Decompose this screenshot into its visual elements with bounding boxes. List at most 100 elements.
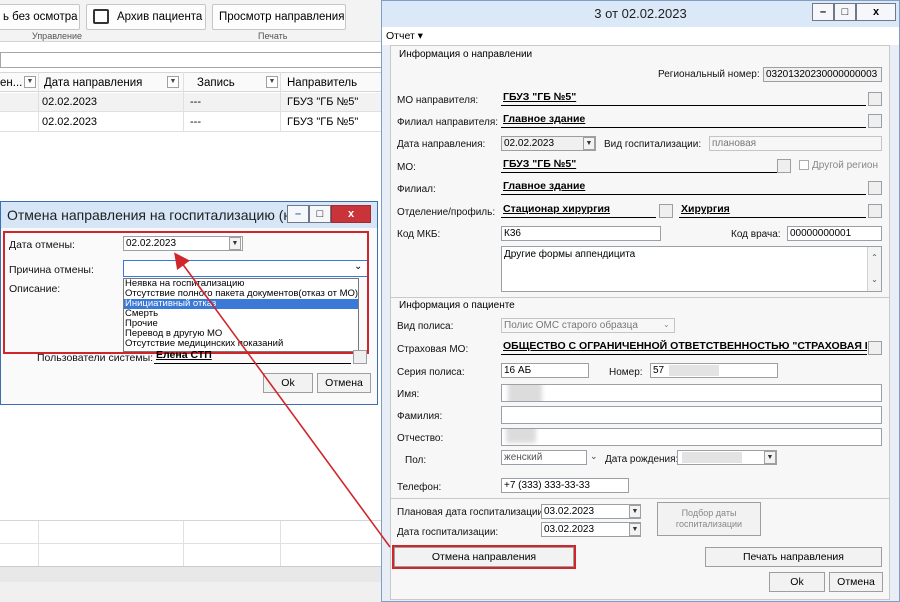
- branch-field[interactable]: Главное здание: [501, 180, 866, 195]
- row-record: ---: [190, 116, 201, 128]
- system-user-select-button[interactable]: [353, 350, 367, 364]
- branch-sender-field[interactable]: Главное здание: [501, 113, 866, 128]
- no-exam-button[interactable]: ь без осмотра: [0, 4, 80, 30]
- archive-icon: [93, 9, 109, 24]
- system-user-field[interactable]: Елена СТП: [154, 349, 351, 364]
- birth-date-field[interactable]: [677, 450, 777, 465]
- col-header-2[interactable]: Дата направления: [44, 75, 142, 91]
- mkb-field[interactable]: К36: [501, 226, 661, 241]
- planned-date-dropdown-icon[interactable]: ▼: [629, 505, 641, 518]
- dept-field[interactable]: Стационар хирургия: [501, 203, 656, 218]
- first-name-field[interactable]: [501, 384, 882, 402]
- planned-date-label: Плановая дата госпитализации:: [397, 507, 546, 518]
- cancel-button[interactable]: Отмена: [829, 572, 883, 592]
- scroll-bar[interactable]: [0, 582, 382, 602]
- grid-divider: [38, 72, 39, 132]
- redaction-blur: [506, 429, 536, 443]
- patronymic-field[interactable]: [501, 428, 882, 446]
- row-date: 02.02.2023: [42, 116, 98, 128]
- diagnosis-scrollbar[interactable]: ⌃ ⌄: [867, 247, 881, 291]
- branch-select-button[interactable]: [868, 181, 882, 195]
- insurer-field[interactable]: ОБЩЕСТВО С ОГРАНИЧЕННОЙ ОТВЕТСТВЕННОСТЬЮ…: [501, 340, 867, 355]
- branch-label: Филиал:: [397, 184, 436, 195]
- policy-number-label: Номер:: [609, 367, 643, 378]
- row-sender: ГБУЗ "ГБ №5": [287, 96, 359, 108]
- background-ribbon: ь без осмотра Архив пациента Просмотр на…: [0, 0, 382, 42]
- insurer-select-button[interactable]: [868, 341, 882, 355]
- dialog-maximize-icon[interactable]: □: [309, 205, 331, 223]
- regional-number-field[interactable]: 03201320230000000003: [763, 67, 882, 82]
- policy-number-field[interactable]: 57: [650, 363, 778, 378]
- last-name-label: Фамилия:: [397, 411, 443, 422]
- doctor-code-label: Код врача:: [731, 229, 781, 240]
- minimize-icon[interactable]: –: [812, 3, 834, 21]
- mo-field[interactable]: ГБУЗ "ГБ №5": [501, 158, 789, 173]
- col-filter-2-icon[interactable]: ▼: [167, 76, 179, 88]
- dialog-cancel-button[interactable]: Отмена: [317, 373, 371, 393]
- planned-date-field[interactable]: 03.02.2023: [541, 504, 641, 519]
- hosp-date-dropdown-icon[interactable]: ▼: [629, 523, 641, 536]
- insurer-label: Страховая МО:: [397, 344, 469, 355]
- col-header-4[interactable]: Направитель: [287, 75, 357, 91]
- col-header-3[interactable]: Запись: [197, 75, 235, 91]
- last-name-field[interactable]: [501, 406, 882, 424]
- dialog-minimize-icon[interactable]: –: [287, 205, 309, 223]
- ok-button[interactable]: Ok: [769, 572, 825, 592]
- profile-field[interactable]: Хирургия: [679, 203, 866, 218]
- menu-report[interactable]: Отчет ▾: [386, 30, 423, 42]
- grid-header: ен... ▼ Дата направления ▼ Запись ▼ Напр…: [0, 72, 382, 92]
- sex-label: Пол:: [405, 455, 427, 466]
- other-region-checkbox[interactable]: [799, 160, 809, 170]
- row-sender: ГБУЗ "ГБ №5": [287, 116, 359, 128]
- table-row[interactable]: 02.02.2023 --- ГБУЗ "ГБ №5": [0, 113, 382, 132]
- mo-sender-field[interactable]: ГБУЗ "ГБ №5": [501, 91, 866, 106]
- other-region-label: Другой регион: [812, 160, 879, 171]
- mo-sender-select-button[interactable]: [868, 92, 882, 106]
- phone-field[interactable]: +7 (333) 333-33-33: [501, 478, 629, 493]
- birth-date-dropdown-icon[interactable]: ▼: [764, 451, 776, 464]
- hosp-date-label: Дата госпитализации:: [397, 527, 499, 538]
- archive-button[interactable]: Архив пациента: [86, 4, 206, 30]
- title-bar: 3 от 02.02.2023 – □ x: [382, 1, 899, 27]
- sex-select[interactable]: женский: [501, 450, 587, 465]
- referral-date-field[interactable]: 02.02.2023: [501, 136, 596, 151]
- dialog-close-icon[interactable]: x: [331, 205, 371, 223]
- dept-select-button[interactable]: [659, 204, 673, 218]
- hosp-type-select[interactable]: плановая: [709, 136, 882, 151]
- dialog-title-bar: Отмена направления на госпитализацию (но…: [1, 202, 377, 228]
- profile-select-button[interactable]: [868, 204, 882, 218]
- dialog-highlight: [3, 231, 369, 354]
- print-referral-button[interactable]: Печать направления: [705, 547, 882, 567]
- row-date: 02.02.2023: [42, 96, 98, 108]
- mo-label: МО:: [397, 162, 416, 173]
- policy-series-field[interactable]: 16 АБ: [501, 363, 589, 378]
- mo-select-button[interactable]: [777, 159, 791, 173]
- bottom-grid: [0, 520, 382, 567]
- policy-type-select[interactable]: Полис ОМС старого образца: [501, 318, 675, 333]
- group-print-label: Печать: [258, 31, 288, 41]
- view-referral-label: Просмотр направления: [219, 11, 345, 23]
- dept-label: Отделение/профиль:: [397, 207, 496, 218]
- referral-window: 3 от 02.02.2023 – □ x Отчет ▾ Информация…: [381, 0, 900, 602]
- branch-sender-select-button[interactable]: [868, 114, 882, 128]
- referral-date-dropdown-icon[interactable]: ▼: [583, 137, 595, 150]
- hosp-date-field[interactable]: 03.02.2023: [541, 522, 641, 537]
- sex-chevron-icon: ⌄: [590, 451, 598, 461]
- maximize-icon[interactable]: □: [834, 3, 856, 21]
- pick-date-button[interactable]: Подбор даты госпитализации: [657, 502, 761, 536]
- first-name-label: Имя:: [397, 389, 420, 400]
- dialog-ok-button[interactable]: Ok: [263, 373, 313, 393]
- referral-date-label: Дата направления:: [397, 139, 486, 150]
- col-filter-3-icon[interactable]: ▼: [266, 76, 278, 88]
- mo-sender-label: МО направителя:: [397, 95, 479, 106]
- table-row[interactable]: 02.02.2023 --- ГБУЗ "ГБ №5": [0, 93, 382, 112]
- view-referral-button[interactable]: Просмотр направления: [212, 4, 346, 30]
- filter-input[interactable]: [0, 52, 382, 68]
- close-icon[interactable]: x: [856, 3, 896, 21]
- col-header-1[interactable]: ен...: [0, 75, 22, 91]
- doctor-code-field[interactable]: 00000000001: [787, 226, 882, 241]
- phone-label: Телефон:: [397, 482, 442, 493]
- diagnosis-textarea[interactable]: Другие формы аппендицита: [501, 246, 882, 292]
- col-filter-1-icon[interactable]: ▼: [24, 76, 36, 88]
- content-panel: Информация о направлении Региональный но…: [390, 45, 890, 600]
